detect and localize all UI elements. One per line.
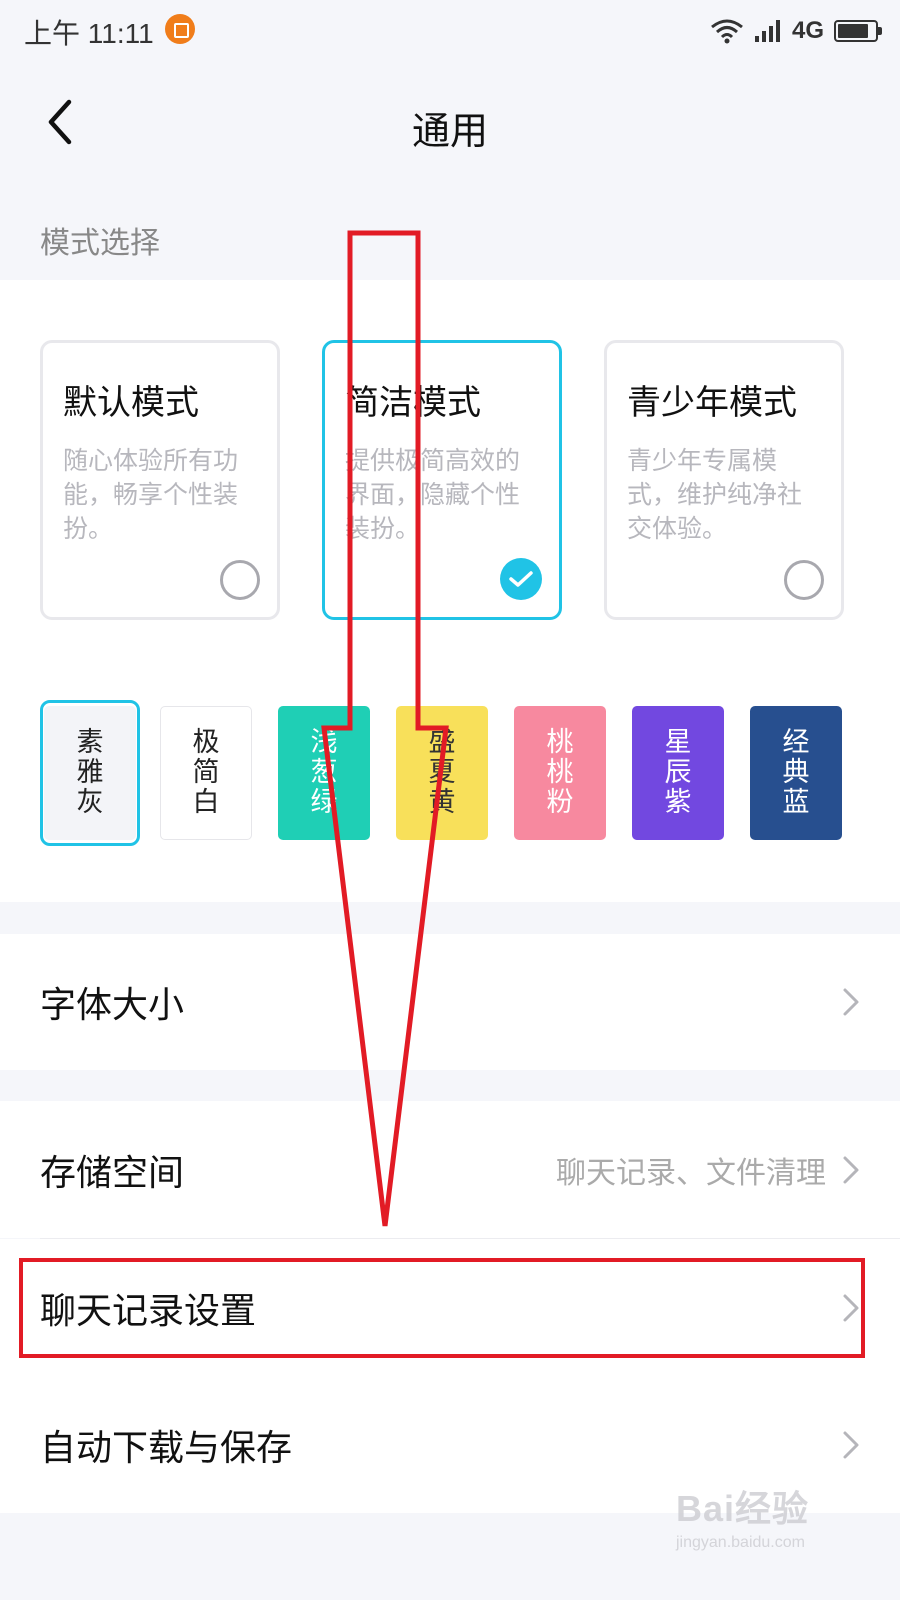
- theme-option-pink[interactable]: 桃桃粉: [514, 706, 606, 840]
- menu-item-label: 聊天记录设置: [40, 1291, 257, 1332]
- theme-option-green[interactable]: 浅葱绿: [278, 706, 370, 840]
- checkmark-icon[interactable]: [500, 558, 542, 600]
- chevron-right-icon: [843, 1294, 859, 1322]
- navigation-bar: 通用: [0, 62, 900, 182]
- status-bar: 上午 11:11 4G: [0, 0, 900, 62]
- watermark-logo: Bai经验: [676, 1488, 810, 1529]
- mode-name: 青少年模式: [627, 383, 797, 423]
- menu-item-label: 字体大小: [40, 985, 185, 1026]
- page-title: 通用: [411, 109, 488, 153]
- theme-swatches: 素雅灰 极简白 浅葱绿 盛夏黄 桃桃粉 星辰紫 经典蓝: [40, 700, 842, 846]
- theme-label: 浅葱绿: [310, 727, 338, 818]
- menu-item-label: 自动下载与保存: [40, 1428, 293, 1469]
- theme-option-blue[interactable]: 经典蓝: [750, 706, 842, 840]
- mode-card-simple[interactable]: 简洁模式 提供极简高效的界面，隐藏个性装扮。: [322, 340, 562, 620]
- wifi-icon: [710, 18, 744, 44]
- chevron-right-icon: [843, 1156, 859, 1183]
- theme-option-gray[interactable]: 素雅灰: [40, 700, 140, 846]
- theme-option-yellow[interactable]: 盛夏黄: [396, 706, 488, 840]
- radio-unchecked-icon[interactable]: [220, 560, 260, 600]
- menu-item-font-size[interactable]: 字体大小: [0, 934, 900, 1070]
- chevron-right-icon: [843, 988, 859, 1016]
- mode-description: 提供极简高效的界面，隐藏个性装扮。: [345, 446, 521, 543]
- mode-card-default[interactable]: 默认模式 随心体验所有功能，畅享个性装扮。: [40, 340, 280, 620]
- theme-label: 素雅灰: [76, 727, 104, 818]
- network-type: 4G: [791, 17, 824, 44]
- theme-label: 盛夏黄: [428, 727, 456, 818]
- menu-item-storage[interactable]: 存储空间 聊天记录、文件清理: [0, 1101, 900, 1238]
- battery-icon: [834, 20, 882, 42]
- menu-item-value: 聊天记录、文件清理: [556, 1155, 826, 1191]
- chevron-right-icon: [843, 1431, 859, 1459]
- screenshot-app-icon: [165, 14, 195, 44]
- theme-label: 桃桃粉: [546, 727, 574, 818]
- signal-icon: [754, 19, 782, 43]
- mode-section: 默认模式 随心体验所有功能，畅享个性装扮。 简洁模式 提供极简高效的界面，隐藏个…: [0, 280, 900, 902]
- mode-section-label: 模式选择: [40, 226, 160, 261]
- theme-option-purple[interactable]: 星辰紫: [632, 706, 724, 840]
- mode-name: 默认模式: [63, 383, 199, 423]
- theme-label: 星辰紫: [664, 727, 692, 818]
- mode-name: 简洁模式: [345, 383, 481, 423]
- watermark-url: jingyan.baidu.com: [676, 1534, 805, 1551]
- mode-card-teen[interactable]: 青少年模式 青少年专属模式，维护纯净社交体验。: [604, 340, 844, 620]
- watermark: Bai经验 jingyan.baidu.com: [676, 1480, 809, 1552]
- mode-description: 随心体验所有功能，畅享个性装扮。: [63, 446, 239, 543]
- mode-description: 青少年专属模式，维护纯净社交体验。: [627, 446, 803, 543]
- menu-item-chat-history-settings[interactable]: 聊天记录设置: [0, 1239, 900, 1377]
- status-indicators: 4G: [710, 14, 882, 48]
- theme-swatch: 素雅灰: [44, 706, 136, 840]
- theme-label: 经典蓝: [782, 727, 810, 818]
- menu-item-label: 存储空间: [40, 1152, 185, 1194]
- status-time: 上午 11:11: [24, 18, 154, 49]
- radio-unchecked-icon[interactable]: [784, 560, 824, 600]
- theme-option-white[interactable]: 极简白: [160, 706, 252, 840]
- mode-cards: 默认模式 随心体验所有功能，畅享个性装扮。 简洁模式 提供极简高效的界面，隐藏个…: [40, 340, 844, 620]
- theme-label: 极简白: [192, 727, 220, 818]
